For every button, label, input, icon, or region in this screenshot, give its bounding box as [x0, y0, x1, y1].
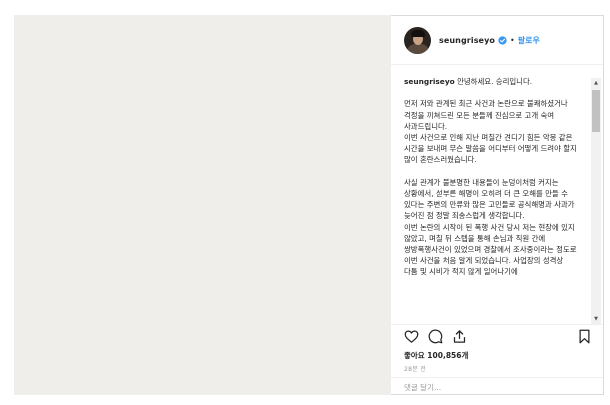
verified-badge-icon — [498, 35, 507, 45]
post-caption: seungriseyo 안녕하세요. 승리입니다. 먼저 저와 관계된 최근 사… — [404, 76, 578, 278]
bookmark-icon[interactable] — [578, 329, 591, 344]
caption-username[interactable]: seungriseyo — [404, 77, 455, 86]
separator-dot: • — [510, 35, 515, 45]
likes-count[interactable]: 좋아요 100,856개 — [404, 350, 468, 361]
post-timestamp[interactable]: 28분 전 — [404, 364, 426, 373]
post-header: seungriseyo • 팔로우 — [391, 16, 603, 65]
caption-scroll-area[interactable]: seungriseyo 안녕하세요. 승리입니다. 먼저 저와 관계된 최근 사… — [391, 66, 603, 324]
post-image[interactable] — [14, 15, 391, 395]
caption-text: 안녕하세요. 승리입니다. 먼저 저와 관계된 최근 사건과 논란으로 불쾌하셨… — [404, 77, 577, 277]
scroll-down-arrow-icon[interactable]: ▼ — [591, 314, 601, 324]
comment-box — [391, 377, 603, 397]
share-icon[interactable] — [452, 329, 467, 344]
comment-icon[interactable] — [428, 329, 443, 344]
scroll-up-arrow-icon[interactable]: ▲ — [591, 78, 601, 88]
heart-icon[interactable] — [404, 329, 419, 344]
username-link[interactable]: seungriseyo — [439, 36, 495, 45]
post-actions: 좋아요 100,856개 28분 전 — [391, 324, 603, 396]
follow-button[interactable]: 팔로우 — [518, 35, 540, 46]
scrollbar-thumb[interactable] — [592, 90, 600, 132]
caption-scrollbar[interactable]: ▲ ▼ — [591, 78, 601, 324]
avatar[interactable] — [404, 26, 431, 54]
comment-input[interactable] — [404, 383, 584, 392]
post-side-panel: seungriseyo • 팔로우 seungriseyo 안녕하세요. 승리입… — [391, 15, 604, 395]
